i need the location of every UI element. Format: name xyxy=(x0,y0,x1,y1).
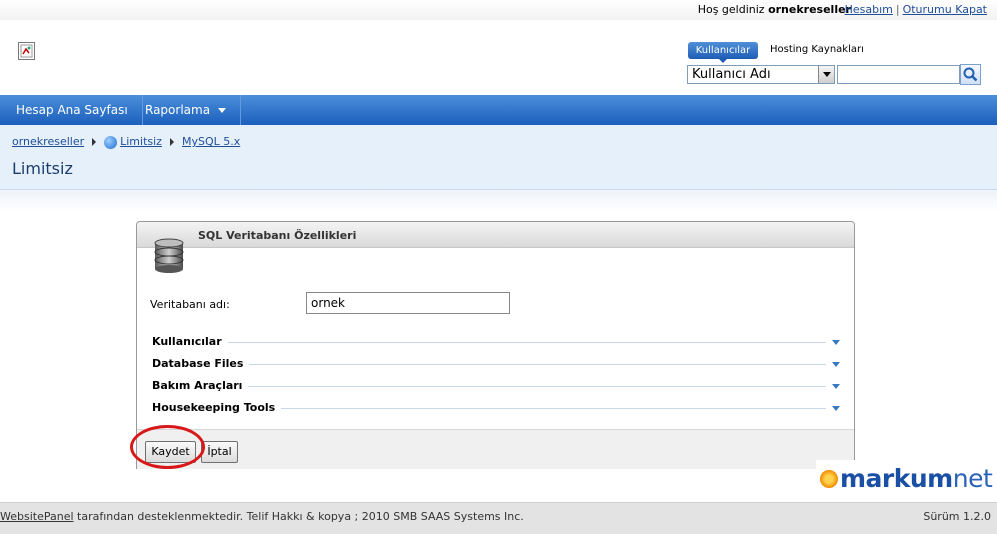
arrow-right-icon xyxy=(169,138,174,146)
nav-account-home[interactable]: Hesap Ana Sayfası xyxy=(2,95,143,125)
breadcrumb-reseller[interactable]: ornekreseller xyxy=(12,135,84,148)
arrow-right-icon xyxy=(92,138,97,146)
brand-name: markumnet xyxy=(840,464,993,493)
separator-fade xyxy=(0,190,997,212)
footer-credits: WebsitePanel tarafından desteklenmektedi… xyxy=(0,510,524,523)
logout-link[interactable]: Oturumu Kapat xyxy=(903,3,987,16)
globe-icon xyxy=(104,135,118,149)
database-name-value: ornek xyxy=(311,296,346,310)
dropdown-arrow-icon[interactable] xyxy=(818,66,834,83)
section-maintenance-tools[interactable]: Bakım Araçları xyxy=(152,379,840,395)
search-icon xyxy=(963,67,978,82)
account-links: Hesabım | Oturumu Kapat xyxy=(844,3,987,16)
section-database-files[interactable]: Database Files xyxy=(152,357,840,373)
tab-users[interactable]: Kullanıcılar xyxy=(688,42,758,63)
breadcrumb: ornekreseller Limitsiz MySQL 5.x xyxy=(12,135,240,149)
section-users[interactable]: Kullanıcılar xyxy=(152,335,840,351)
breadcrumb-space[interactable]: Limitsiz xyxy=(120,135,162,148)
page-title: Limitsiz xyxy=(12,159,73,178)
brand-watermark: markumnet xyxy=(816,460,993,496)
broken-logo-icon xyxy=(18,42,35,60)
search-field-value: Kullanıcı Adı xyxy=(692,67,771,82)
database-icon xyxy=(153,237,185,273)
nav-reporting[interactable]: Raporlama xyxy=(131,95,242,125)
search-button[interactable] xyxy=(960,64,981,85)
chevron-down-icon[interactable] xyxy=(832,384,840,389)
account-link[interactable]: Hesabım xyxy=(845,3,893,16)
chevron-down-icon xyxy=(218,108,227,113)
sun-logo-icon xyxy=(820,470,838,488)
highlight-annotation-ring xyxy=(130,425,205,469)
chevron-down-icon[interactable] xyxy=(832,362,840,367)
breadcrumb-area: ornekreseller Limitsiz MySQL 5.x Limitsiz xyxy=(0,125,997,190)
divider xyxy=(152,386,826,387)
section-housekeeping-tools[interactable]: Housekeeping Tools xyxy=(152,401,840,417)
panel-footer: Kaydet İptal xyxy=(137,429,854,469)
footer: WebsitePanel tarafından desteklenmektedi… xyxy=(0,502,997,534)
divider xyxy=(152,342,826,343)
chevron-down-icon[interactable] xyxy=(832,406,840,411)
main-nav: Hesap Ana Sayfası Raporlama xyxy=(0,95,997,125)
tab-hosting-resources[interactable]: Hosting Kaynakları xyxy=(770,44,864,55)
database-name-label: Veritabanı adı: xyxy=(150,298,230,311)
websitepanel-link[interactable]: WebsitePanel xyxy=(0,510,74,523)
welcome-text: Hoş geldiniz ornekreseller xyxy=(697,3,851,16)
cancel-button[interactable]: İptal xyxy=(201,441,238,463)
divider xyxy=(152,364,826,365)
breadcrumb-mysql[interactable]: MySQL 5.x xyxy=(182,135,240,148)
search-field-select[interactable]: Kullanıcı Adı xyxy=(687,65,835,84)
search-input[interactable] xyxy=(837,65,960,84)
panel-title: SQL Veritabanı Özellikleri xyxy=(198,229,357,242)
version-text: Sürüm 1.2.0 xyxy=(923,510,991,523)
username: ornekreseller xyxy=(768,3,851,16)
chevron-down-icon[interactable] xyxy=(832,340,840,345)
database-name-field[interactable]: ornek xyxy=(306,292,510,314)
sql-database-panel: SQL Veritabanı Özellikleri Veritabanı ad… xyxy=(136,221,855,469)
